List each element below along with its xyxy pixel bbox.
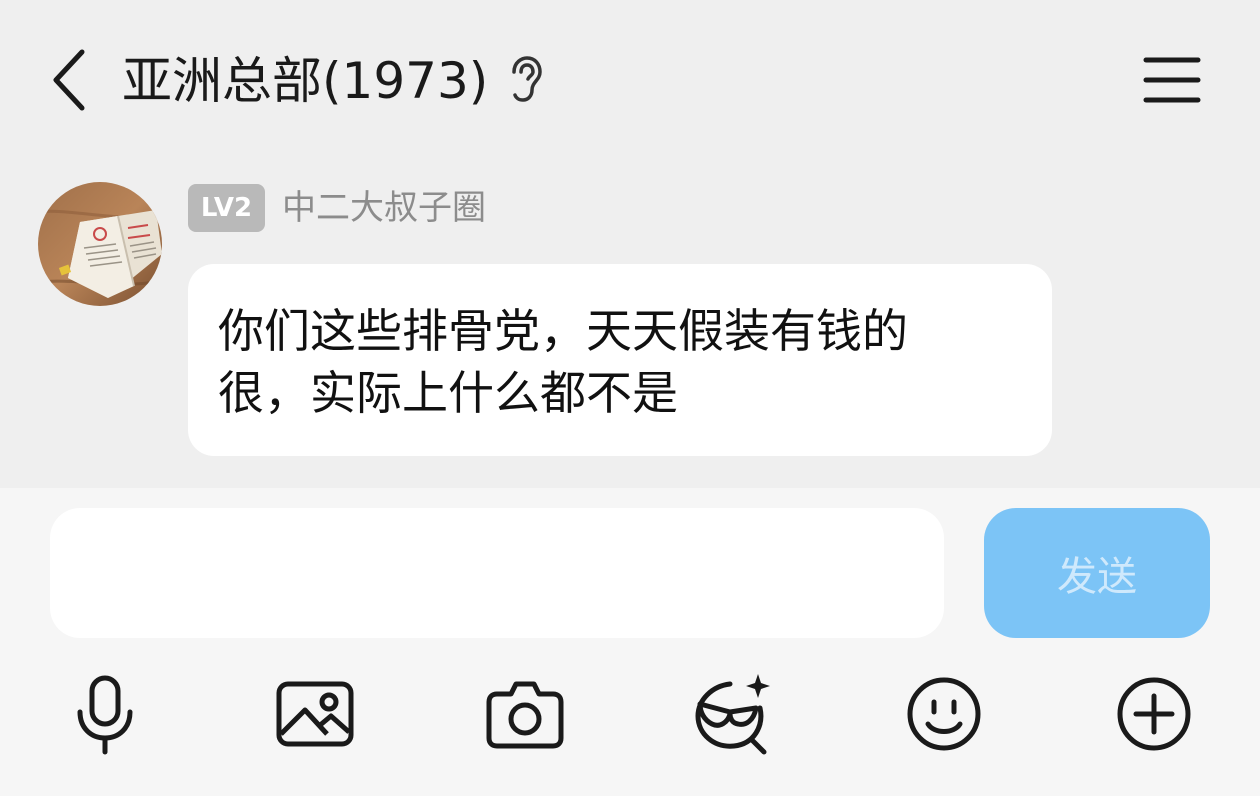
mask-button[interactable] xyxy=(692,672,776,756)
camera-icon xyxy=(486,681,564,749)
plus-circle-icon xyxy=(1117,677,1191,751)
voice-button[interactable] xyxy=(63,672,147,756)
mask-sparkle-icon xyxy=(695,674,770,755)
top-bar: 亚洲总部(1973) xyxy=(0,0,1260,160)
sender-name[interactable]: 中二大叔子圈 xyxy=(282,186,486,230)
menu-button[interactable] xyxy=(1136,50,1208,110)
image-button[interactable] xyxy=(273,672,357,756)
camera-button[interactable] xyxy=(483,672,567,756)
chevron-left-icon xyxy=(53,49,85,111)
message-text: 你们这些排骨党，天天假装有钱的很，实际上什么都不是 xyxy=(218,304,908,420)
back-button[interactable] xyxy=(40,44,96,116)
message-list: LV2 中二大叔子圈 你们这些排骨党，天天假装有钱的很，实际上什么都不是 xyxy=(0,160,1260,488)
level-badge: LV2 xyxy=(188,184,265,232)
message-input[interactable] xyxy=(50,508,944,638)
microphone-icon xyxy=(77,675,133,755)
send-button[interactable]: 发送 xyxy=(984,508,1210,638)
message-bubble[interactable]: 你们这些排骨党，天天假装有钱的很，实际上什么都不是 xyxy=(188,264,1052,456)
chat-title: 亚洲总部(1973) xyxy=(122,52,489,110)
image-icon xyxy=(276,681,354,747)
avatar[interactable] xyxy=(38,182,162,306)
emoji-button[interactable] xyxy=(902,672,986,756)
more-button[interactable] xyxy=(1112,672,1196,756)
composer-bar: 发送 xyxy=(0,488,1260,796)
ear-icon[interactable] xyxy=(506,54,546,104)
emoji-icon xyxy=(907,677,981,751)
menu-icon xyxy=(1143,57,1201,103)
